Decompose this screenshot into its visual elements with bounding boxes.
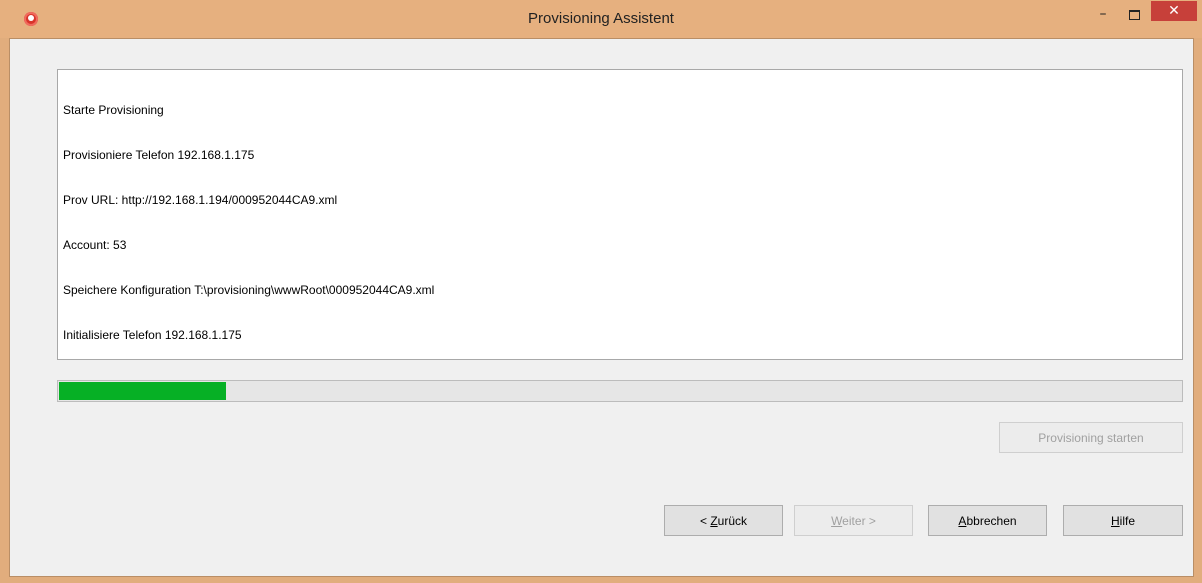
progress-bar xyxy=(57,380,1183,402)
progress-fill xyxy=(59,382,226,400)
log-line: Account: 53 xyxy=(63,238,127,252)
cancel-button-label: Abbrechen xyxy=(958,513,1017,528)
log-line: Prov URL: http://192.168.1.194/000952044… xyxy=(63,193,338,207)
next-button[interactable]: Weiter > xyxy=(794,505,913,536)
close-button[interactable]: ✕ xyxy=(1151,1,1197,21)
title-bar: Provisioning Assistent – ✕ xyxy=(0,0,1202,38)
dialog-body: Starte Provisioning Provisioniere Telefo… xyxy=(9,38,1194,577)
log-line: Starte Provisioning xyxy=(63,103,164,117)
cancel-button[interactable]: Abbrechen xyxy=(928,505,1047,536)
back-button[interactable]: < Zurück xyxy=(664,505,783,536)
start-provisioning-button[interactable]: Provisioning starten xyxy=(999,422,1183,453)
back-button-label: < Zurück xyxy=(699,513,748,528)
minimize-button[interactable]: – xyxy=(1090,1,1116,27)
window-title: Provisioning Assistent xyxy=(528,10,674,27)
log-line: Provisioniere Telefon 192.168.1.175 xyxy=(63,148,255,162)
maximize-button[interactable] xyxy=(1121,1,1147,27)
help-button[interactable]: Hilfe xyxy=(1063,505,1183,536)
help-button-label: Hilfe xyxy=(1110,513,1136,528)
maximize-icon xyxy=(1128,9,1140,20)
log-line: Initialisiere Telefon 192.168.1.175 xyxy=(63,328,242,342)
log-output[interactable]: Starte Provisioning Provisioniere Telefo… xyxy=(57,69,1183,360)
next-button-label: Weiter > xyxy=(831,513,876,528)
log-line: Speichere Konfiguration T:\provisioning\… xyxy=(63,283,435,297)
